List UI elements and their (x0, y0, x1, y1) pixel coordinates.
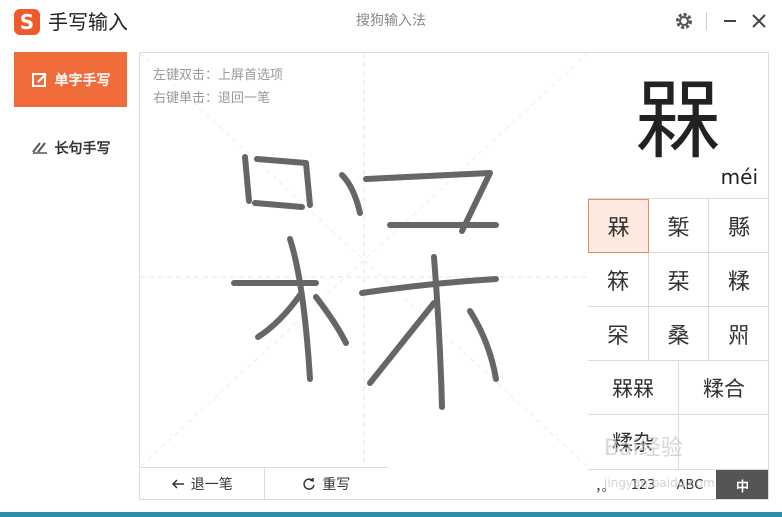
candidate-item[interactable]: 喌 (709, 307, 768, 361)
gear-icon[interactable] (674, 11, 694, 31)
undo-stroke-button[interactable]: 退一笔 (140, 468, 264, 499)
candidate-item[interactable]: 槑 (588, 199, 649, 253)
sentence-mode-button[interactable]: 长句手写 (14, 120, 127, 175)
handwritten-strokes (231, 154, 499, 410)
candidate-item[interactable]: 箖 (588, 253, 649, 307)
title-bar: S 手写输入 搜狗输入法 (0, 0, 782, 44)
minimize-icon[interactable] (719, 10, 741, 32)
candidate-grid: 槑 椠 縣 箖 栞 糅 罙 桑 喌 槑槑 糅合 糅杂 (588, 198, 768, 499)
candidate-item[interactable]: 糅合 (679, 361, 768, 415)
candidate-item[interactable]: 槑槑 (588, 361, 679, 415)
refresh-icon (303, 478, 315, 490)
candidate-item[interactable]: 椠 (649, 199, 709, 253)
input-mode-bar: ，。 123 ABC 中 (588, 469, 768, 499)
punctuation-toggle[interactable]: ，。 (588, 470, 622, 499)
candidate-item[interactable]: 縣 (709, 199, 768, 253)
title-divider (706, 12, 707, 30)
candidate-item[interactable]: 栞 (649, 253, 709, 307)
chinese-mode-button[interactable]: 中 (716, 470, 768, 499)
candidate-panel: 槑 méi 槑 椠 縣 箖 栞 糅 罙 桑 喌 槑槑 糅合 糅杂 ，。 123 … (588, 52, 769, 500)
window-title: 搜狗输入法 (356, 13, 426, 29)
mode-sidebar: 单字手写 长句手写 (0, 44, 138, 517)
number-mode-button[interactable]: 123 (622, 470, 664, 499)
candidate-item[interactable]: 糅 (709, 253, 768, 307)
window-bottom-edge (0, 512, 782, 517)
sentence-mode-label: 长句手写 (54, 140, 111, 157)
single-char-mode-label: 单字手写 (54, 72, 111, 89)
undo-stroke-label: 退一笔 (190, 477, 233, 493)
handwriting-canvas[interactable]: 左键双击：上屏首选项 右键单击：退回一笔 退一笔 重写 (139, 52, 589, 500)
candidate-item[interactable]: 桑 (649, 307, 709, 361)
single-char-mode-button[interactable]: 单字手写 (14, 52, 127, 107)
preview-character: 槑 (635, 71, 721, 171)
preview-pinyin: méi (720, 165, 758, 189)
close-icon[interactable] (748, 10, 770, 32)
candidate-item[interactable]: 糅杂 (588, 415, 679, 469)
canvas-toolbar: 退一笔 重写 (140, 467, 389, 499)
rewrite-label: 重写 (322, 477, 351, 493)
handwrite-icon (31, 141, 47, 154)
pen-edit-icon (31, 72, 47, 87)
candidate-item[interactable]: 罙 (588, 307, 649, 361)
back-arrow-icon (171, 479, 184, 489)
rewrite-button[interactable]: 重写 (263, 468, 389, 499)
english-mode-button[interactable]: ABC (664, 470, 716, 499)
